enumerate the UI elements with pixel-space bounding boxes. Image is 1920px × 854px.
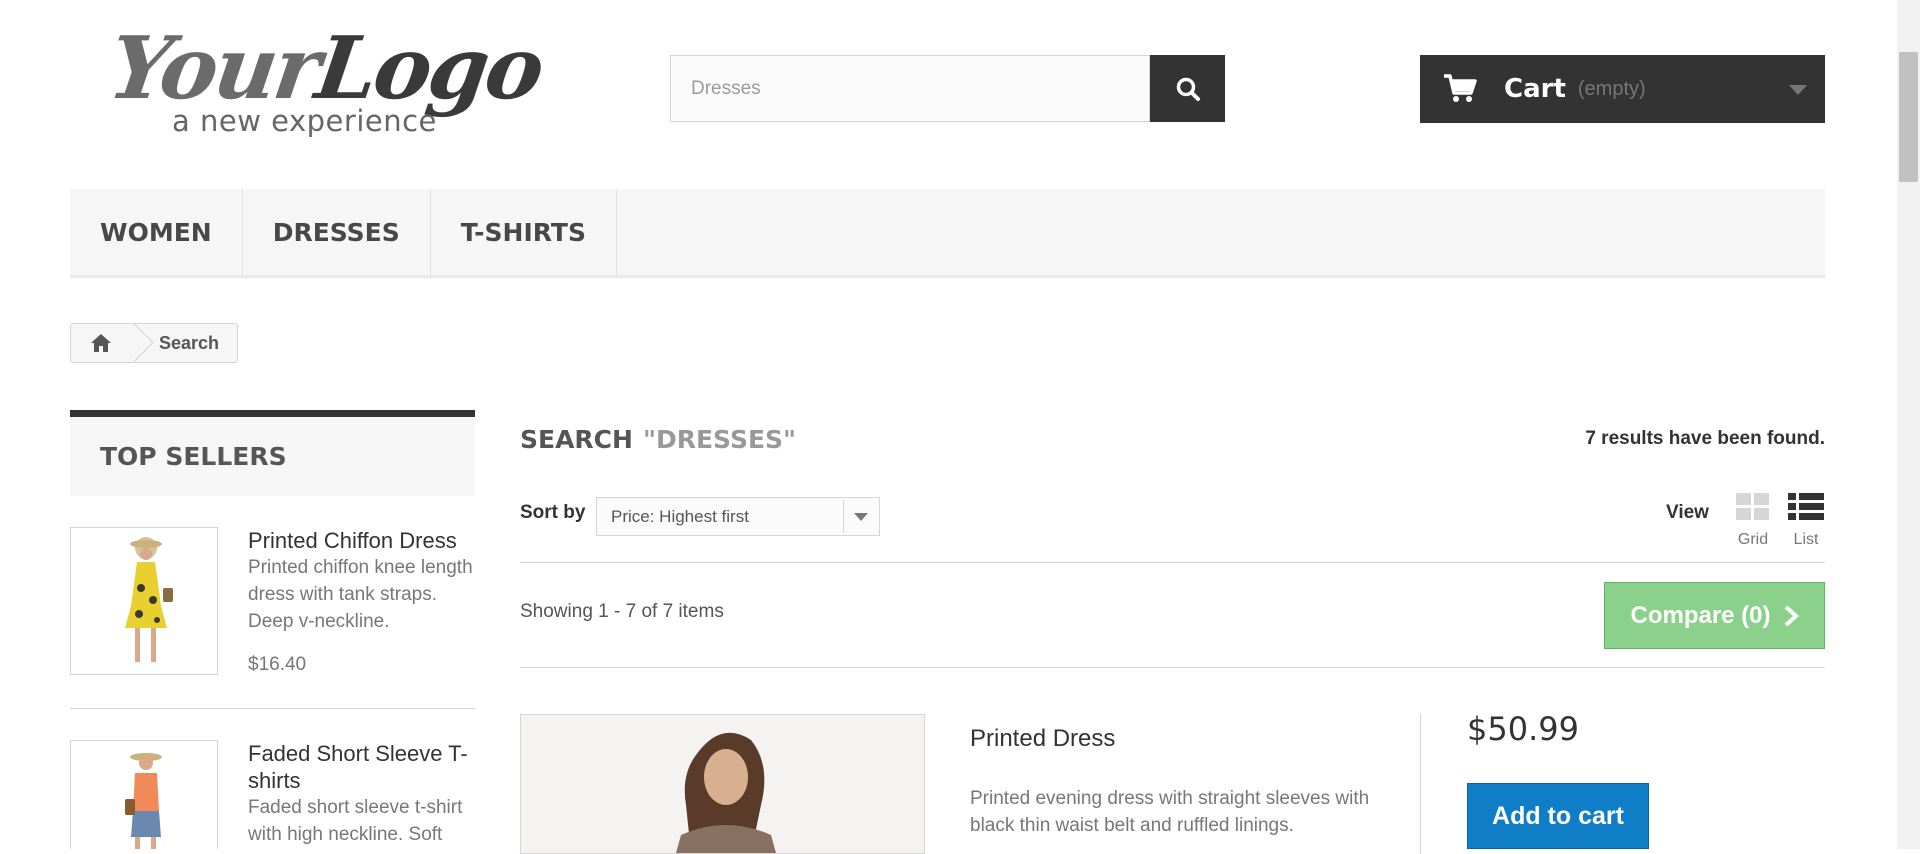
- sidebar-title: TOP SELLERS: [70, 410, 475, 496]
- list-view-icon: [1788, 493, 1824, 520]
- list-view-label: List: [1793, 531, 1819, 548]
- product-name[interactable]: Printed Dress: [970, 725, 1115, 753]
- divider: [520, 562, 1825, 563]
- product-price: $50.99: [1467, 710, 1579, 748]
- divider: [1420, 714, 1421, 854]
- site-logo[interactable]: YourLogo a new experience: [103, 18, 548, 138]
- heading-label: SEARCH: [520, 425, 633, 454]
- cart-icon: [1442, 71, 1482, 107]
- search-box: [670, 55, 1150, 122]
- search-icon: [1176, 77, 1200, 101]
- top-seller-item: Faded Short Sleeve T-shirts Faded short …: [70, 740, 475, 849]
- chevron-right-icon: [1784, 605, 1799, 626]
- chevron-down-icon: [843, 500, 877, 533]
- top-seller-name[interactable]: Faded Short Sleeve T-shirts: [248, 740, 475, 794]
- top-seller-description: Printed chiffon knee length dress with t…: [248, 557, 473, 632]
- sort-by-label: Sort by: [520, 502, 586, 523]
- cart-button[interactable]: Cart (empty): [1420, 55, 1825, 123]
- product-description: Printed evening dress with straight slee…: [970, 788, 1370, 836]
- page-heading: SEARCH "DRESSES": [520, 425, 796, 454]
- menu-item-tshirts[interactable]: T-SHIRTS: [431, 189, 617, 275]
- sort-by-select[interactable]: Price: Highest first: [596, 497, 880, 536]
- list-view-button[interactable]: List: [1786, 492, 1826, 549]
- results-count: 7 results have been found.: [1585, 428, 1825, 449]
- breadcrumb: Search: [70, 323, 239, 363]
- compare-button[interactable]: Compare (0): [1604, 582, 1825, 649]
- top-seller-price: $16.40: [248, 654, 307, 675]
- divider: [520, 667, 1825, 668]
- menu-item-women[interactable]: WOMEN: [70, 189, 243, 275]
- breadcrumb-current: Search: [159, 332, 220, 353]
- pagination-summary: Showing 1 - 7 of 7 items: [520, 601, 724, 622]
- grid-view-button[interactable]: Grid: [1733, 492, 1773, 549]
- search-button[interactable]: [1150, 55, 1225, 122]
- search-input[interactable]: [671, 56, 1149, 121]
- top-seller-item: Printed Chiffon Dress Printed chiffon kn…: [70, 527, 475, 687]
- home-icon: [91, 334, 111, 352]
- add-to-cart-button[interactable]: Add to cart: [1467, 783, 1649, 849]
- chevron-down-icon: [1789, 85, 1807, 95]
- product-image[interactable]: [520, 714, 925, 854]
- view-label: View: [1666, 502, 1709, 523]
- main-menu: WOMEN DRESSES T-SHIRTS: [70, 189, 1825, 278]
- cart-title: Cart: [1504, 74, 1566, 104]
- top-seller-name[interactable]: Printed Chiffon Dress: [248, 527, 478, 554]
- cart-status: (empty): [1577, 77, 1646, 100]
- scrollbar-thumb[interactable]: [1899, 52, 1918, 182]
- breadcrumb-separator: [131, 324, 155, 362]
- product-thumbnail[interactable]: [70, 527, 218, 675]
- compare-label: Compare (0): [1630, 601, 1771, 629]
- grid-view-label: Grid: [1737, 531, 1769, 548]
- top-seller-description: Faded short sleeve t-shirt with high nec…: [248, 797, 463, 845]
- logo-tagline: a new experience: [172, 104, 437, 138]
- sort-by-value: Price: Highest first: [611, 506, 749, 526]
- search-query: "DRESSES": [642, 425, 797, 454]
- sidebar-divider: [70, 708, 475, 709]
- menu-item-dresses[interactable]: DRESSES: [243, 189, 431, 275]
- product-thumbnail[interactable]: [70, 740, 218, 849]
- grid-view-icon: [1736, 493, 1769, 520]
